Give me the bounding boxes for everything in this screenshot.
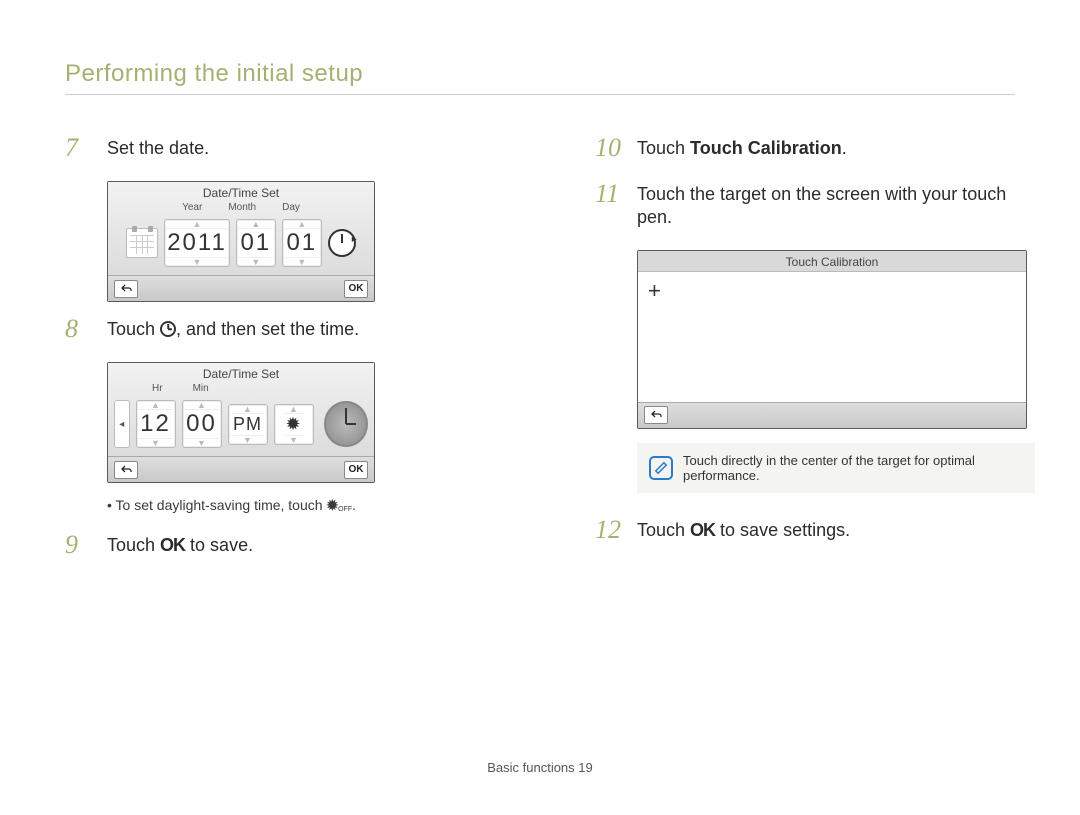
right-column: 10 Touch Touch Calibration. 11 Touch the… <box>595 135 1035 578</box>
ok-button[interactable]: OK <box>344 461 368 479</box>
step-text: Set the date. <box>107 135 209 160</box>
label-year: Year <box>182 202 202 213</box>
back-icon <box>120 283 132 295</box>
ok-icon: OK <box>690 520 715 540</box>
clock-icon <box>160 321 176 337</box>
dst-spinner[interactable]: ▲✹▼ <box>274 404 314 445</box>
minute-value: 00 <box>184 409 219 439</box>
step-number: 8 <box>65 316 93 342</box>
calibration-screen: Touch Calibration + <box>637 250 1027 429</box>
screen-title: Date/Time Set <box>108 182 374 202</box>
step-8: 8 Touch , and then set the time. <box>65 316 505 342</box>
step-11: 11 Touch the target on the screen with y… <box>595 181 1035 230</box>
step-text: Touch OK to save. <box>107 532 253 557</box>
time-mode-button[interactable] <box>328 229 356 257</box>
step-number: 11 <box>595 181 623 207</box>
screen-title: Date/Time Set <box>108 363 374 383</box>
dst-icon: ✹ <box>326 497 338 513</box>
calibration-target-icon[interactable]: + <box>648 278 661 304</box>
note-box: Touch directly in the center of the targ… <box>637 443 1035 493</box>
day-value: 01 <box>284 228 319 258</box>
hour-value: 12 <box>138 409 173 439</box>
note-icon <box>649 456 673 480</box>
label-hr: Hr <box>152 383 163 394</box>
ampm-spinner[interactable]: ▲PM▼ <box>228 404 268 445</box>
back-button[interactable] <box>114 280 138 298</box>
date-set-screen: Date/Time Set Year Month Day ▲2011▼ ▲01▼ <box>107 181 375 302</box>
step-10: 10 Touch Touch Calibration. <box>595 135 1035 161</box>
step-text: Touch , and then set the time. <box>107 316 359 341</box>
left-column: 7 Set the date. Date/Time Set Year Month… <box>65 135 505 578</box>
day-spinner[interactable]: ▲01▼ <box>282 219 322 267</box>
step-12: 12 Touch OK to save settings. <box>595 517 1035 543</box>
note-text: Touch directly in the center of the targ… <box>683 453 1023 483</box>
label-day: Day <box>282 202 300 213</box>
time-set-screen: Date/Time Set Hr Min ◂ ▲12▼ ▲00▼ ▲PM▼ <box>107 362 375 483</box>
step-number: 9 <box>65 532 93 558</box>
step-number: 12 <box>595 517 623 543</box>
prev-button[interactable]: ◂ <box>114 400 130 448</box>
year-spinner[interactable]: ▲2011▼ <box>164 219 230 267</box>
back-button[interactable] <box>114 461 138 479</box>
ok-icon: OK <box>160 535 185 555</box>
back-icon <box>650 409 662 421</box>
calendar-icon <box>126 228 158 258</box>
step-9: 9 Touch OK to save. <box>65 532 505 558</box>
screen-title: Touch Calibration <box>638 251 1026 272</box>
minute-spinner[interactable]: ▲00▼ <box>182 400 222 448</box>
hour-spinner[interactable]: ▲12▼ <box>136 400 176 448</box>
step-7: 7 Set the date. <box>65 135 505 161</box>
step-text: Touch the target on the screen with your… <box>637 181 1035 230</box>
section-title: Performing the initial setup <box>65 60 1015 95</box>
analog-clock-icon <box>324 401 369 447</box>
month-spinner[interactable]: ▲01▼ <box>236 219 276 267</box>
back-icon <box>120 464 132 476</box>
label-month: Month <box>228 202 256 213</box>
ok-button[interactable]: OK <box>344 280 368 298</box>
step-text: Touch Touch Calibration. <box>637 135 847 160</box>
step-8-bullet: To set daylight-saving time, touch ✹OFF. <box>107 497 505 514</box>
label-min: Min <box>193 383 209 394</box>
step-number: 10 <box>595 135 623 161</box>
back-button[interactable] <box>644 406 668 424</box>
step-text: Touch OK to save settings. <box>637 517 850 542</box>
month-value: 01 <box>238 228 273 258</box>
year-value: 2011 <box>165 228 229 258</box>
ampm-value: PM <box>231 413 264 436</box>
step-number: 7 <box>65 135 93 161</box>
page-footer: Basic functions 19 <box>0 760 1080 775</box>
